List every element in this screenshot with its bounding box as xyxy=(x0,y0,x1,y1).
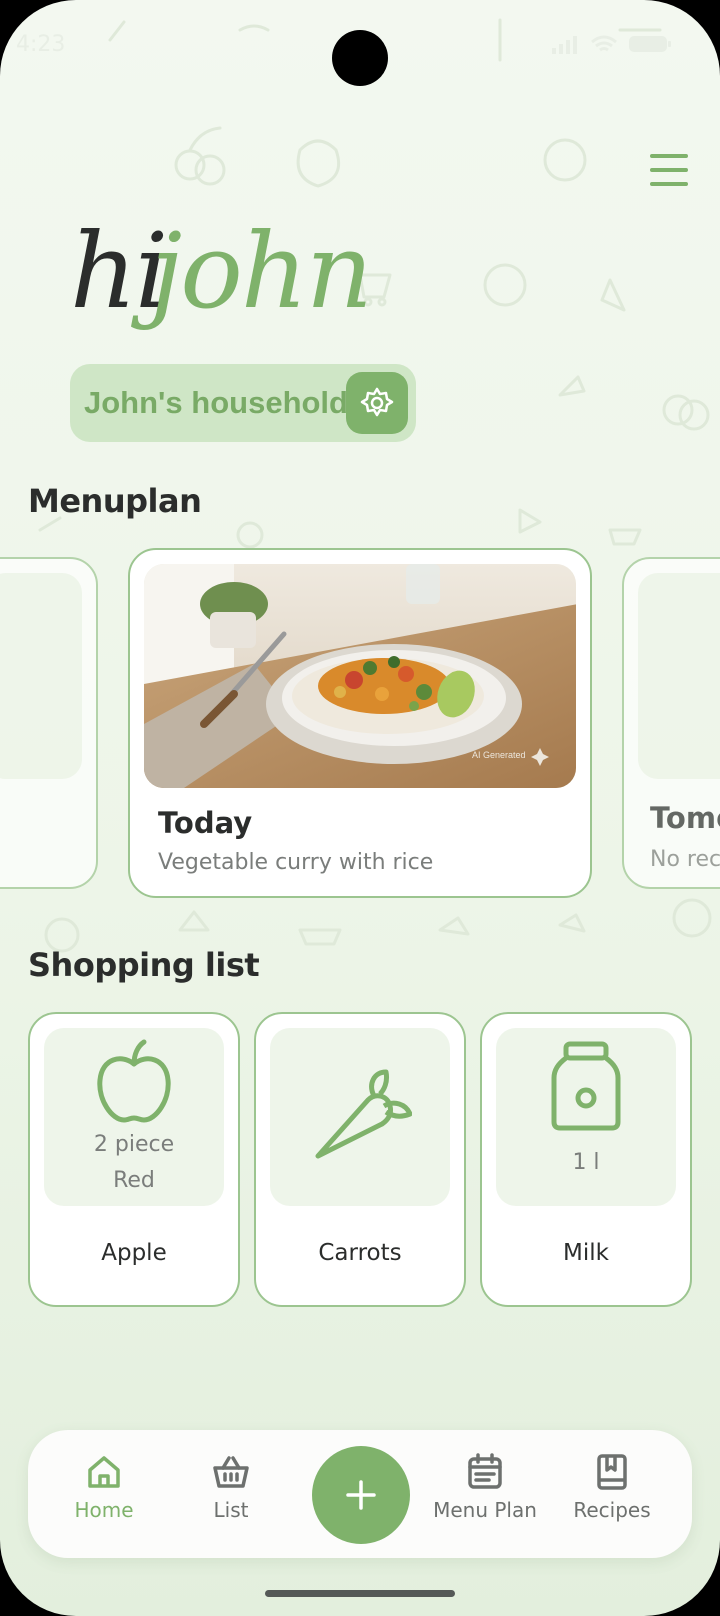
menuplan-day: Today xyxy=(158,806,253,840)
shopping-item-milk[interactable]: 1 l Milk xyxy=(480,1012,692,1307)
household-selector[interactable]: John's household xyxy=(70,364,416,442)
wifi-icon xyxy=(591,35,617,52)
menuplan-day: Tomo xyxy=(650,801,720,835)
calendar-icon xyxy=(468,1453,502,1489)
nav-label: Recipes xyxy=(573,1498,651,1522)
plus-icon xyxy=(346,1480,376,1510)
greeting-name: john xyxy=(150,210,373,332)
status-time: 4:23 xyxy=(16,32,66,57)
nav-label: Home xyxy=(74,1498,134,1522)
battery-icon xyxy=(629,36,671,52)
milk-bottle-icon xyxy=(551,1041,621,1131)
nav-label: List xyxy=(213,1498,249,1522)
shopping-list-title: Shopping list xyxy=(28,946,260,984)
menuplan-card-image-placeholder xyxy=(0,573,82,779)
signal-icon xyxy=(552,36,577,54)
app-screen: 4:23 hi john John's household Menuplan A… xyxy=(0,0,720,1616)
shopping-item-quantity: 2 piece xyxy=(93,1132,175,1157)
menuplan-meal: Vegetable curry with rice xyxy=(158,850,434,875)
menuplan-card-today[interactable]: AI Generated Today Vegetable curry with … xyxy=(128,548,592,898)
shopping-item-apple[interactable]: 2 piece Red Apple xyxy=(28,1012,240,1307)
menuplan-card-image-placeholder xyxy=(638,573,720,779)
shopping-item-carrots[interactable]: Carrots xyxy=(254,1012,466,1307)
add-button[interactable] xyxy=(312,1446,410,1544)
shopping-item-name: Milk xyxy=(563,1240,609,1266)
basket-icon xyxy=(213,1456,249,1488)
bottom-navigation: Home List Menu Plan Recipes xyxy=(28,1430,692,1558)
nav-label: Menu Plan xyxy=(433,1498,537,1522)
ai-generated-label: AI Generated xyxy=(472,750,526,760)
gear-icon[interactable] xyxy=(346,372,408,434)
menuplan-meal: No rec xyxy=(650,847,720,872)
camera-cutout xyxy=(332,30,388,86)
nav-recipes[interactable]: Recipes xyxy=(552,1452,672,1542)
shopping-item-quantity: 1 l xyxy=(572,1150,600,1175)
nav-menu-plan[interactable]: Menu Plan xyxy=(425,1452,545,1542)
nav-home[interactable]: Home xyxy=(44,1452,164,1542)
status-icons xyxy=(550,34,672,54)
carrot-icon xyxy=(315,1069,412,1159)
home-icon xyxy=(88,1456,120,1488)
home-indicator[interactable] xyxy=(265,1590,455,1597)
household-label: John's household xyxy=(84,385,348,420)
nav-list[interactable]: List xyxy=(171,1452,291,1542)
greeting: hi john xyxy=(60,190,420,360)
menuplan-title: Menuplan xyxy=(28,482,202,520)
menuplan-card-tomorrow[interactable]: Tomo No rec xyxy=(622,557,720,889)
shopping-item-note: Red xyxy=(113,1168,155,1193)
shopping-item-name: Carrots xyxy=(318,1240,402,1266)
shopping-item-name: Apple xyxy=(101,1240,167,1266)
recipe-book-icon xyxy=(597,1454,627,1490)
menuplan-card-previous[interactable] xyxy=(0,557,98,889)
apple-icon xyxy=(97,1039,171,1123)
hamburger-menu-icon[interactable] xyxy=(648,150,692,190)
meal-photo: AI Generated xyxy=(144,564,576,788)
